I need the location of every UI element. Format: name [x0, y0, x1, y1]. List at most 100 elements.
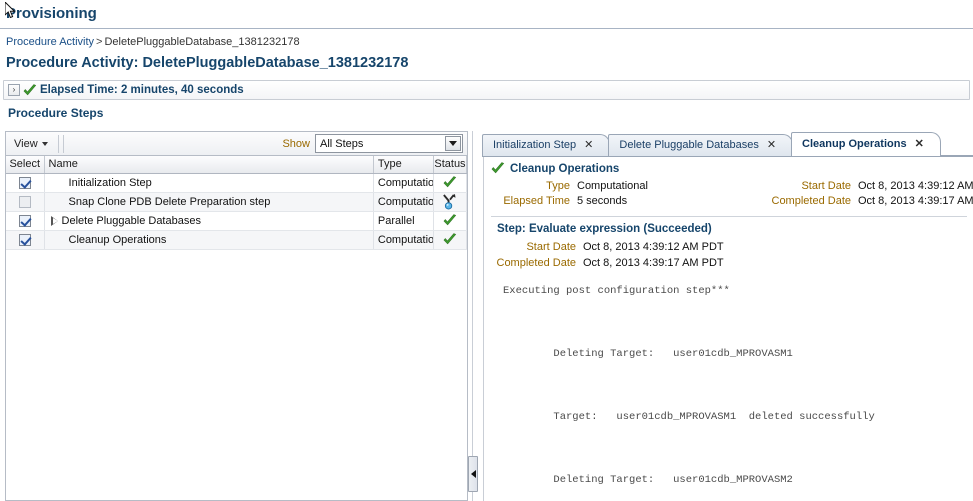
detail-header: Cleanup Operations Type Computational St… [483, 157, 973, 207]
row-status-cell [433, 173, 467, 193]
main-split-area: View Show All Steps Select Name Type Sta… [0, 131, 973, 501]
detail-elapsed-value: 5 seconds [577, 195, 628, 207]
breadcrumb: Procedure Activity > DeletePluggableDataba… [0, 29, 973, 53]
activity-title: Procedure Activity: DeletePluggableDatab… [6, 55, 409, 71]
breadcrumb-link-procedure-activity[interactable]: Procedure Activity [6, 36, 94, 48]
row-status-cell [433, 230, 467, 250]
show-filter-value: All Steps [320, 137, 364, 150]
row-name-wrapper: Cleanup Operations [49, 234, 369, 246]
procedure-steps-panel: View Show All Steps Select Name Type Sta… [5, 131, 468, 501]
elapsed-time-label: Elapsed Time: 2 minutes, 40 seconds [40, 84, 244, 96]
detail-title: Cleanup Operations [510, 162, 620, 175]
success-check-icon [491, 162, 505, 174]
dropdown-arrow-icon[interactable] [445, 136, 461, 151]
expand-triangle-icon[interactable] [50, 215, 58, 226]
table-row[interactable]: Cleanup Operations Computational [6, 230, 467, 250]
show-filter-group: Show All Steps [282, 134, 463, 153]
elapsed-time-bar: › Elapsed Time: 2 minutes, 40 seconds [3, 80, 970, 100]
detail-completed-value: Oct 8, 2013 4:39:17 AM PDT [858, 195, 973, 207]
tabstrip-filler [936, 134, 973, 156]
row-select-cell[interactable] [6, 173, 45, 193]
row-status-cell [433, 211, 467, 231]
detail-type-value: Computational [577, 180, 648, 192]
tab-delete-pluggable-databases[interactable]: Delete Pluggable Databases ✕ [608, 134, 794, 156]
breadcrumb-separator: > [96, 36, 103, 48]
view-menu-label: View [14, 137, 38, 150]
splitter-track [472, 131, 473, 501]
row-name-cell: Initialization Step [44, 173, 374, 193]
detail-attributes: Type Computational Start Date Oct 8, 201… [491, 180, 973, 207]
row-select-checkbox[interactable] [18, 233, 31, 246]
disclosure-toggle-icon[interactable]: › [8, 84, 20, 96]
steps-table-body: Initialization StepComputationalSnap Clo… [6, 173, 467, 250]
column-header-status[interactable]: Status [433, 156, 467, 174]
detail-body: Cleanup Operations Type Computational St… [482, 157, 973, 501]
row-name-cell: Snap Clone PDB Delete Preparation step [44, 192, 374, 212]
table-row[interactable]: Initialization Step Computational [6, 173, 467, 193]
toolbar-divider-2 [62, 134, 64, 153]
detail-title-row: Cleanup Operations [491, 162, 973, 175]
panel-splitter[interactable] [468, 131, 480, 501]
steps-toolbar: View Show All Steps [5, 131, 468, 155]
step-attributes: Start Date Oct 8, 2013 4:39:12 AM PDT Co… [491, 241, 967, 269]
skipped-branch-icon [443, 193, 456, 210]
page-header: Provisioning [0, 0, 973, 29]
page-title: Provisioning [6, 5, 97, 22]
table-row[interactable]: Delete Pluggable Databases Parallel [6, 211, 467, 231]
tab-label: Cleanup Operations [802, 138, 907, 150]
row-name-label[interactable]: Initialization Step [69, 177, 152, 189]
procedure-steps-heading: Procedure Steps [8, 106, 104, 120]
show-filter-select[interactable]: All Steps [315, 134, 463, 153]
close-icon[interactable]: ✕ [767, 140, 776, 151]
tab-initialization-step[interactable]: Initialization Step ✕ [482, 134, 611, 156]
step-start-date-label: Start Date [526, 241, 576, 253]
step-detail-box: Step: Evaluate expression (Succeeded) St… [491, 216, 967, 501]
row-select-cell[interactable] [6, 211, 45, 231]
breadcrumb-current: DeletePluggableDatabase_1381232178 [104, 36, 300, 48]
triangle-left-icon [470, 470, 476, 478]
column-header-type[interactable]: Type [373, 156, 434, 174]
success-check-icon [443, 176, 457, 188]
column-header-select[interactable]: Select [6, 156, 45, 174]
detail-completed-label: Completed Date [771, 195, 852, 207]
row-name-cell: Cleanup Operations [44, 230, 374, 250]
chevron-down-icon [41, 141, 48, 146]
detail-start-date-value: Oct 8, 2013 4:39:12 AM PDT [858, 180, 973, 192]
table-header-row: Select Name Type Status [6, 156, 467, 174]
detail-elapsed-label: Elapsed Time [503, 195, 570, 207]
tab-label: Delete Pluggable Databases [619, 139, 759, 151]
row-type-cell: Computational [373, 173, 434, 193]
success-check-icon [443, 214, 457, 226]
row-name-label[interactable]: Delete Pluggable Databases [62, 215, 201, 227]
row-select-cell[interactable] [6, 230, 45, 250]
step-detail-panel: Initialization Step ✕ Delete Pluggable Dat… [482, 131, 973, 501]
row-name-label[interactable]: Snap Clone PDB Delete Preparation step [69, 196, 271, 208]
tab-cleanup-operations[interactable]: Cleanup Operations ✕ [791, 132, 941, 156]
row-name-label[interactable]: Cleanup Operations [69, 234, 167, 246]
detail-tabstrip: Initialization Step ✕ Delete Pluggable Dat… [482, 131, 973, 157]
step-title: Step: Evaluate expression (Succeeded) [497, 223, 712, 235]
row-status-cell [433, 192, 467, 212]
success-check-icon [443, 233, 457, 245]
row-name-wrapper: Snap Clone PDB Delete Preparation step [49, 196, 369, 208]
steps-grid: Select Name Type Status Initialization S… [6, 156, 467, 250]
row-select-checkbox[interactable] [18, 214, 31, 227]
step-completed-date-label: Completed Date [496, 257, 577, 269]
row-select-cell[interactable] [6, 192, 45, 212]
detail-start-date-label: Start Date [801, 180, 851, 192]
close-icon[interactable]: ✕ [915, 139, 924, 150]
table-row[interactable]: Snap Clone PDB Delete Preparation step Co… [6, 192, 467, 212]
column-header-name[interactable]: Name [44, 156, 374, 174]
view-menu-button[interactable]: View [6, 136, 56, 152]
row-type-cell: Computational [373, 192, 434, 212]
row-select-checkbox[interactable] [18, 176, 31, 189]
close-icon[interactable]: ✕ [584, 140, 593, 151]
success-check-icon [23, 83, 37, 95]
row-name-wrapper: Initialization Step [49, 177, 369, 189]
tab-label: Initialization Step [493, 139, 577, 151]
step-log-output: Executing post configuration step*** Del… [503, 285, 875, 486]
detail-left-rule [483, 157, 484, 501]
splitter-collapse-handle[interactable] [468, 456, 478, 492]
row-select-checkbox [18, 195, 31, 208]
row-name-wrapper: Delete Pluggable Databases [49, 215, 369, 227]
